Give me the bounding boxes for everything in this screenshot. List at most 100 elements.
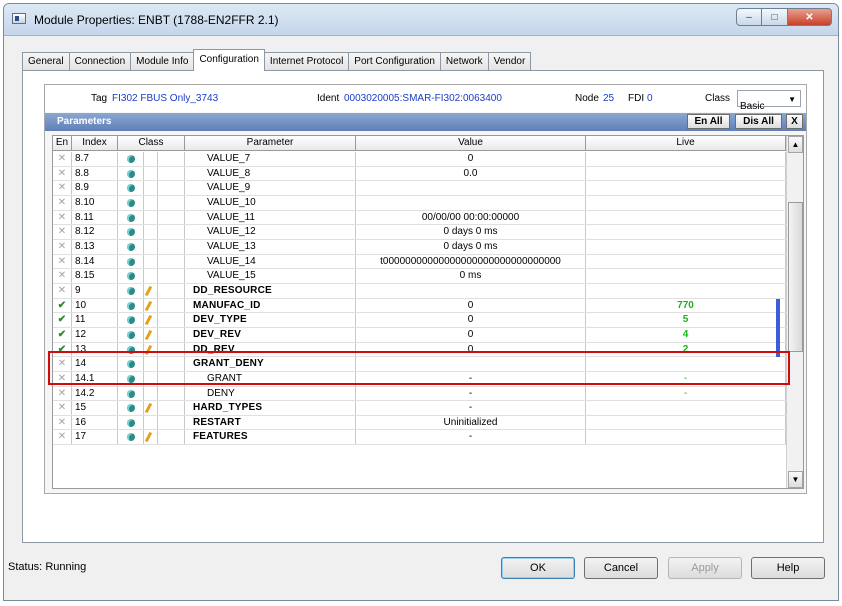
parameter-value[interactable]: 00/00/00 00:00:00000 (356, 210, 586, 225)
class-dot-icon (127, 330, 135, 339)
ok-button[interactable]: OK (501, 557, 575, 579)
row-index: 8.11 (72, 210, 118, 225)
scroll-up-icon[interactable]: ▲ (788, 136, 803, 153)
table-row[interactable]: ✕ 8.7 VALUE_7 0 (53, 152, 786, 167)
class-extra-cell (158, 225, 185, 239)
check-icon[interactable]: ✔ (53, 298, 72, 313)
check-icon[interactable]: ✔ (53, 327, 72, 342)
col-value[interactable]: Value (356, 136, 586, 151)
class-cell (118, 225, 144, 239)
x-icon[interactable]: ✕ (53, 269, 72, 283)
table-row[interactable]: ✕ 8.9 VALUE_9 (53, 181, 786, 196)
parameter-value[interactable]: 0 (356, 313, 586, 327)
class-dot-icon (127, 155, 135, 163)
parameter-name: DD_RESOURCE (185, 283, 356, 298)
table-row[interactable]: ✔ 11 DEV_TYPE 0 5 (53, 313, 786, 328)
class-cell (118, 430, 144, 445)
table-row[interactable]: ✕ 15 HARD_TYPES - (53, 401, 786, 416)
parameter-value[interactable] (356, 195, 586, 210)
tab-general[interactable]: General (22, 52, 70, 71)
tab-configuration[interactable]: Configuration (193, 49, 265, 71)
title-bar[interactable]: Module Properties: ENBT (1788-EN2FFR 2.1… (4, 4, 838, 36)
tab-module-info[interactable]: Module Info (130, 52, 195, 71)
table-row[interactable]: ✕ 8.14 VALUE_14 t00000000000000000000000000… (53, 254, 786, 270)
parameter-value[interactable]: - (356, 401, 586, 415)
x-icon[interactable]: ✕ (53, 254, 72, 269)
apply-button[interactable]: Apply (668, 557, 742, 579)
x-icon[interactable]: ✕ (53, 239, 72, 254)
x-icon[interactable]: ✕ (53, 166, 72, 181)
table-row[interactable]: ✕ 8.15 VALUE_15 0 ms (53, 269, 786, 284)
class-dot-icon (127, 301, 135, 310)
parameter-value[interactable]: 0 (356, 327, 586, 342)
parameter-value[interactable]: 0 days 0 ms (356, 225, 586, 239)
x-icon[interactable]: ✕ (53, 386, 72, 401)
tab-port-configuration[interactable]: Port Configuration (348, 52, 441, 71)
class-dropdown[interactable]: Basic ▼ (737, 90, 801, 112)
parameter-value[interactable]: 0 (356, 298, 586, 313)
parameter-value[interactable]: - (356, 430, 586, 445)
table-row[interactable]: ✕ 8.8 VALUE_8 0.0 (53, 166, 786, 182)
table-row[interactable]: ✔ 12 DEV_REV 0 4 (53, 327, 786, 343)
parameter-name: VALUE_11 (185, 210, 356, 225)
disable-all-button[interactable]: Dis All (735, 114, 782, 129)
x-icon[interactable]: ✕ (53, 225, 72, 239)
col-en[interactable]: En (53, 136, 72, 151)
tab-network[interactable]: Network (439, 52, 489, 71)
class-dot-icon (127, 433, 135, 442)
parameter-value[interactable]: 0.0 (356, 166, 586, 181)
table-row[interactable]: ✕ 16 RESTART Uninitialized (53, 415, 786, 431)
writable-cell (144, 415, 158, 430)
parameter-value[interactable]: t00000000000000000000000000000000 (356, 254, 586, 269)
col-live[interactable]: Live (586, 136, 786, 151)
pencil-icon (144, 403, 153, 414)
col-index[interactable]: Index (72, 136, 118, 151)
class-dot-icon (127, 272, 135, 281)
parameter-value[interactable]: 0 (356, 152, 586, 166)
parameter-value[interactable] (356, 181, 586, 195)
live-value (586, 210, 786, 225)
help-button[interactable]: Help (751, 557, 825, 579)
close-parameters-button[interactable]: X (786, 114, 803, 129)
tab-connection[interactable]: Connection (68, 52, 132, 71)
table-row[interactable]: ✔ 10 MANUFAC_ID 0 770 (53, 298, 786, 314)
live-value (586, 152, 786, 166)
parameter-value[interactable]: 0 days 0 ms (356, 239, 586, 254)
table-row[interactable]: ✕ 14.2 DENY - - (53, 386, 786, 402)
table-row[interactable]: ✕ 9 DD_RESOURCE (53, 283, 786, 299)
scroll-thumb[interactable] (788, 202, 803, 352)
minimize-icon[interactable]: – (736, 8, 762, 26)
maximize-icon[interactable]: □ (762, 8, 788, 26)
x-icon[interactable]: ✕ (53, 283, 72, 298)
x-icon[interactable]: ✕ (53, 181, 72, 195)
parameter-value[interactable]: - (356, 386, 586, 401)
x-icon[interactable]: ✕ (53, 401, 72, 415)
close-icon[interactable]: ✕ (788, 8, 832, 26)
parameter-value[interactable]: Uninitialized (356, 415, 586, 430)
table-row[interactable]: ✕ 8.13 VALUE_13 0 days 0 ms (53, 239, 786, 255)
table-row[interactable]: ✕ 8.12 VALUE_12 0 days 0 ms (53, 225, 786, 240)
tab-internet-protocol[interactable]: Internet Protocol (263, 52, 350, 71)
tab-vendor[interactable]: Vendor (487, 52, 532, 71)
table-row[interactable]: ✕ 8.10 VALUE_10 (53, 195, 786, 211)
x-icon[interactable]: ✕ (53, 430, 72, 445)
parameter-value[interactable]: 0 ms (356, 269, 586, 283)
x-icon[interactable]: ✕ (53, 210, 72, 225)
x-icon[interactable]: ✕ (53, 152, 72, 166)
x-icon[interactable]: ✕ (53, 415, 72, 430)
parameter-name: VALUE_7 (185, 152, 356, 166)
writable-cell (144, 254, 158, 269)
enable-all-button[interactable]: En All (687, 114, 730, 129)
table-row[interactable]: ✕ 17 FEATURES - (53, 430, 786, 446)
table-row[interactable]: ✕ 8.11 VALUE_11 00/00/00 00:00:00000 (53, 210, 786, 226)
class-extra-cell (158, 283, 185, 298)
col-class[interactable]: Class (118, 136, 185, 151)
x-icon[interactable]: ✕ (53, 195, 72, 210)
col-parameter[interactable]: Parameter (185, 136, 356, 151)
scroll-down-icon[interactable]: ▼ (788, 471, 803, 488)
vertical-scrollbar[interactable]: ▲ ▼ (786, 136, 803, 488)
check-icon[interactable]: ✔ (53, 313, 72, 327)
parameter-value[interactable] (356, 283, 586, 298)
cancel-button[interactable]: Cancel (584, 557, 658, 579)
writable-cell (144, 181, 158, 195)
